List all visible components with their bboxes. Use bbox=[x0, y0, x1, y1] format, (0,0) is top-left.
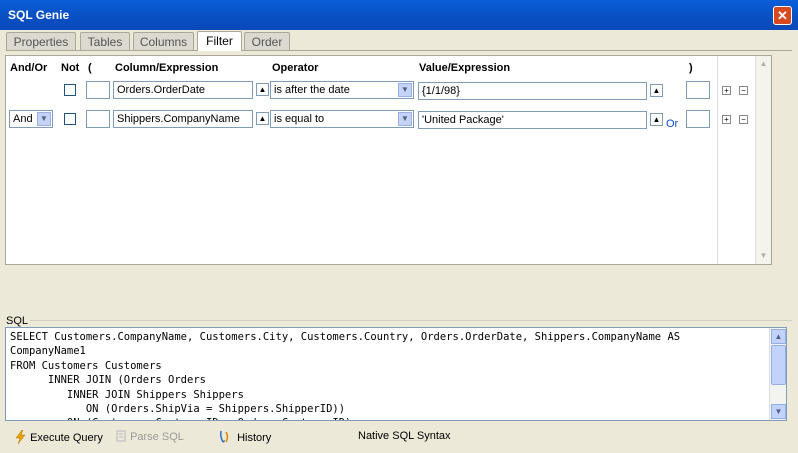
scroll-thumb[interactable] bbox=[771, 345, 786, 385]
column-separator bbox=[717, 56, 718, 264]
or-link[interactable]: Or bbox=[666, 118, 678, 130]
up-arrow-icon: ▲ bbox=[652, 86, 661, 95]
sql-divider bbox=[30, 320, 792, 321]
dropdown-arrow-icon[interactable]: ▼ bbox=[398, 112, 412, 126]
title-bar: SQL Genie ✕ bbox=[0, 0, 798, 30]
sql-label: SQL bbox=[6, 315, 29, 327]
not-checkbox[interactable] bbox=[64, 84, 76, 96]
parse-sql-label: Parse SQL bbox=[130, 431, 184, 443]
scroll-down-icon[interactable]: ▼ bbox=[757, 249, 770, 263]
header-open-paren: ( bbox=[88, 62, 92, 74]
header-column: Column/Expression bbox=[115, 62, 219, 74]
close-paren-input[interactable] bbox=[686, 81, 710, 99]
filter-grid: And/Or Not ( Column/Expression Operator … bbox=[5, 55, 772, 265]
up-arrow-icon: ▲ bbox=[652, 115, 661, 124]
scroll-up-icon[interactable]: ▲ bbox=[771, 329, 786, 344]
filter-scrollbar[interactable]: ▲ ▼ bbox=[755, 56, 771, 264]
header-and-or: And/Or bbox=[10, 62, 48, 74]
lightning-icon bbox=[15, 429, 26, 445]
operator-value: is after the date bbox=[274, 84, 350, 96]
close-button[interactable]: ✕ bbox=[773, 6, 792, 25]
and-or-value: And bbox=[13, 113, 33, 125]
plus-icon[interactable]: + bbox=[722, 115, 731, 124]
history-icon bbox=[220, 430, 229, 443]
window-title: SQL Genie bbox=[8, 8, 70, 22]
header-operator: Operator bbox=[272, 62, 319, 74]
not-checkbox[interactable] bbox=[64, 113, 76, 125]
minus-icon[interactable]: − bbox=[739, 86, 748, 95]
plus-icon[interactable]: + bbox=[722, 86, 731, 95]
value-input[interactable]: {1/1/98} bbox=[418, 82, 647, 100]
sql-text-area[interactable]: SELECT Customers.CompanyName, Customers.… bbox=[5, 327, 787, 421]
scroll-up-icon[interactable]: ▲ bbox=[757, 57, 770, 71]
bottom-toolbar: Execute Query Parse SQL History Native S… bbox=[0, 426, 798, 448]
dropdown-arrow-icon[interactable]: ▼ bbox=[37, 112, 51, 126]
tab-filter[interactable]: Filter bbox=[197, 31, 242, 51]
dropdown-arrow-icon[interactable]: ▼ bbox=[398, 83, 412, 97]
operator-select[interactable]: is equal to ▼ bbox=[270, 110, 414, 128]
column-builder-button[interactable]: ▲ bbox=[256, 83, 269, 96]
open-paren-input[interactable] bbox=[86, 81, 110, 99]
column-input[interactable]: Orders.OrderDate bbox=[113, 81, 253, 99]
header-not: Not bbox=[61, 62, 80, 74]
execute-query-label: Execute Query bbox=[30, 432, 103, 444]
header-close-paren: ) bbox=[689, 62, 693, 74]
value-builder-button[interactable]: ▲ bbox=[650, 113, 663, 126]
minus-icon[interactable]: − bbox=[739, 115, 748, 124]
sql-scrollbar[interactable]: ▲ ▼ bbox=[769, 328, 786, 420]
history-label: History bbox=[237, 432, 272, 444]
header-value: Value/Expression bbox=[419, 62, 511, 74]
tab-properties[interactable]: Properties bbox=[6, 32, 76, 50]
up-arrow-icon: ▲ bbox=[258, 114, 267, 123]
tab-columns[interactable]: Columns bbox=[133, 32, 194, 50]
parse-icon bbox=[116, 430, 126, 442]
native-sql-syntax-label[interactable]: Native SQL Syntax bbox=[358, 430, 451, 442]
sql-genie-window: SQL Genie ✕ Properties Tables Columns Fi… bbox=[0, 0, 798, 453]
value-input[interactable]: 'United Package' bbox=[418, 111, 647, 129]
parse-sql-button[interactable]: Parse SQL bbox=[116, 430, 184, 443]
tab-tables[interactable]: Tables bbox=[80, 32, 130, 50]
open-paren-input[interactable] bbox=[86, 110, 110, 128]
column-input[interactable]: Shippers.CompanyName bbox=[113, 110, 253, 128]
tab-order[interactable]: Order bbox=[244, 32, 290, 50]
operator-value: is equal to bbox=[274, 113, 325, 125]
up-arrow-icon: ▲ bbox=[258, 85, 267, 94]
tab-divider bbox=[6, 50, 792, 51]
close-paren-input[interactable] bbox=[686, 110, 710, 128]
execute-query-button[interactable]: Execute Query bbox=[14, 429, 103, 445]
scroll-down-icon[interactable]: ▼ bbox=[771, 404, 786, 419]
and-or-select[interactable]: And ▼ bbox=[9, 110, 53, 128]
value-builder-button[interactable]: ▲ bbox=[650, 84, 663, 97]
sql-text: SELECT Customers.CompanyName, Customers.… bbox=[10, 331, 681, 420]
operator-select[interactable]: is after the date ▼ bbox=[270, 81, 414, 99]
column-builder-button[interactable]: ▲ bbox=[256, 112, 269, 125]
history-button[interactable]: History bbox=[218, 430, 271, 444]
